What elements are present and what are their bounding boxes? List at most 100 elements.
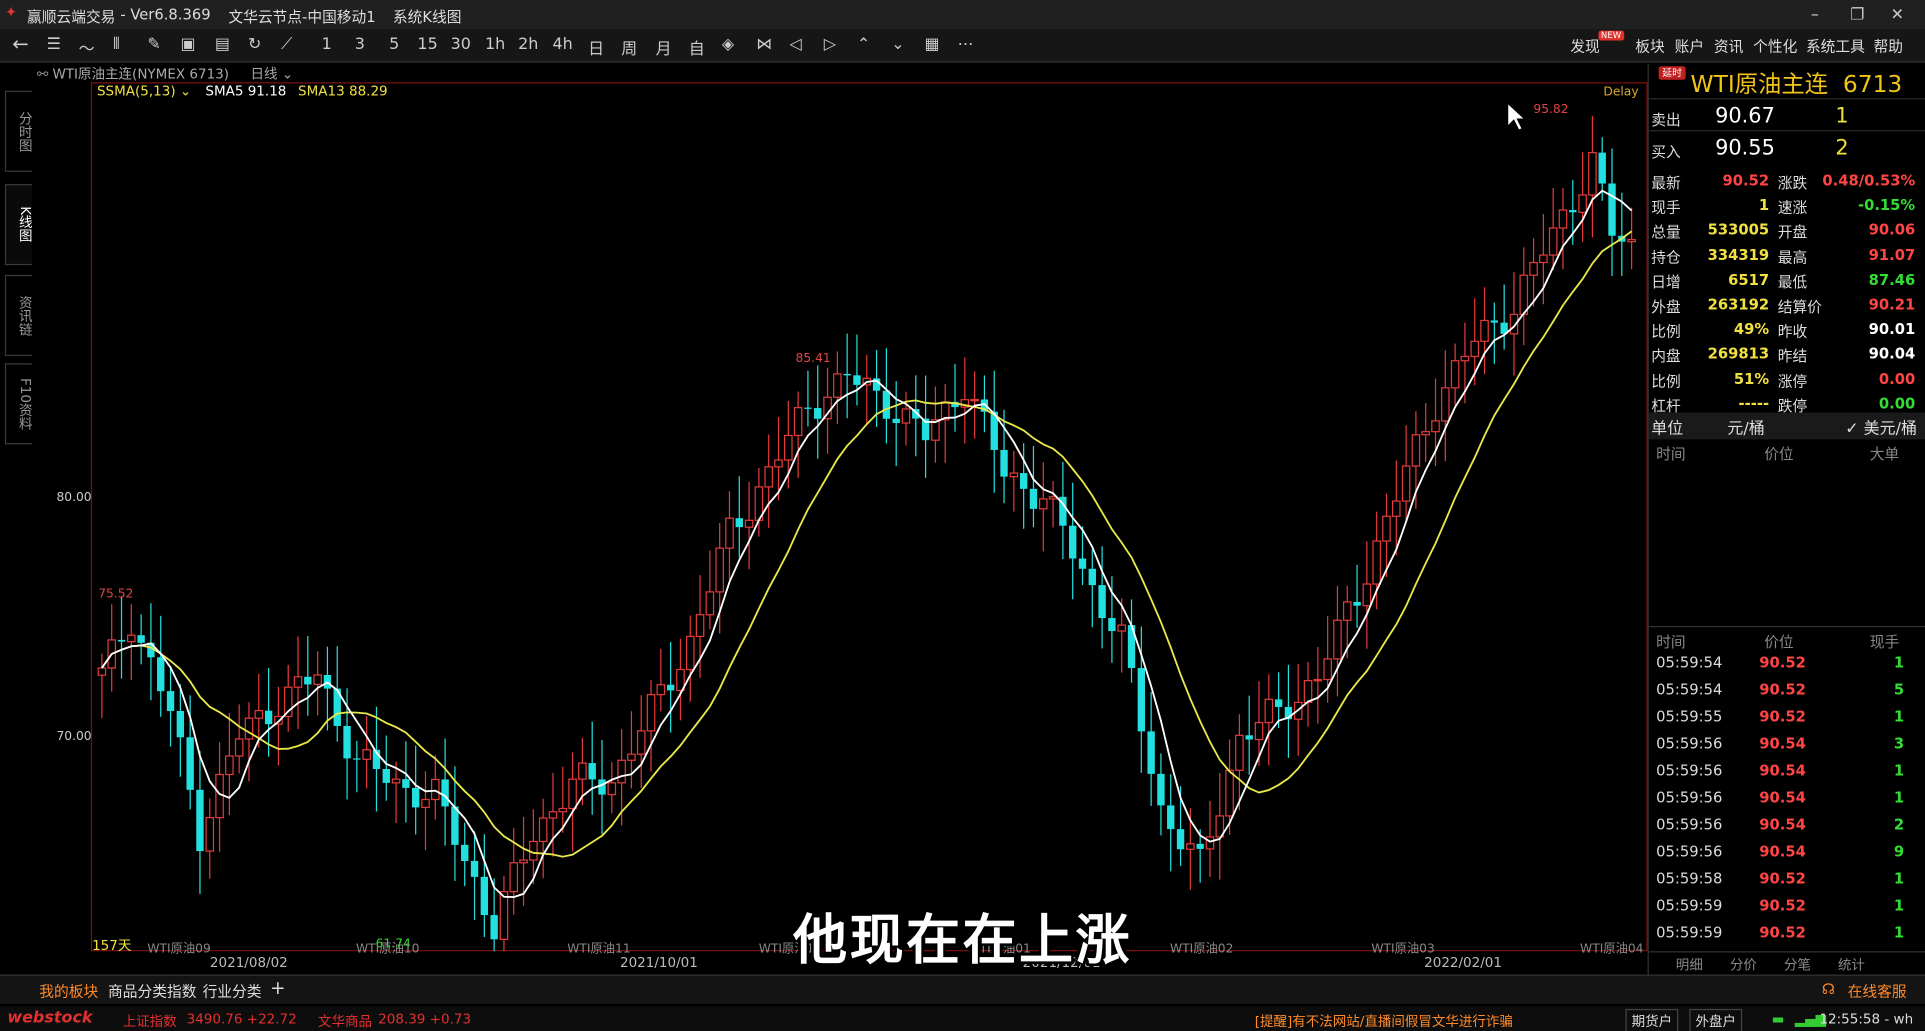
period-4h[interactable]: 4h [552, 36, 572, 54]
futures-account-button[interactable]: 期货户 [1625, 1008, 1679, 1031]
chevron-down-icon[interactable]: ⌄ [282, 66, 293, 82]
tick-row: 05:59:56 90.54 2 [1649, 813, 1925, 840]
period-1h[interactable]: 1h [485, 36, 505, 54]
candle-body [1245, 735, 1253, 740]
candle-body [1470, 340, 1480, 358]
period-custom[interactable]: 自 [689, 36, 705, 59]
candle-body [470, 860, 479, 877]
link-icon[interactable]: ⚯ [37, 66, 53, 82]
tick-time: 05:59:56 [1656, 843, 1723, 861]
close-icon[interactable]: ✕ [1891, 6, 1904, 24]
candle-body [1569, 210, 1577, 213]
unit-yuan[interactable]: 元/桶 [1727, 415, 1764, 438]
online-service[interactable]: 在线客服 [1848, 981, 1907, 1002]
headset-icon[interactable]: ☊ [1822, 981, 1835, 998]
tick-price: 90.52 [1759, 870, 1806, 888]
buy-price: 90.55 [1715, 136, 1775, 161]
candle-body [264, 710, 273, 725]
kline-chart[interactable] [91, 82, 1648, 952]
tick-time: 05:59:55 [1656, 708, 1723, 726]
more-icon[interactable]: ⋯ [958, 36, 974, 54]
tab-kline[interactable]: K线图 [4, 184, 33, 266]
save-icon[interactable]: ▤ [215, 36, 230, 54]
quote-row: 内盘 269813 昨结 90.04 [1649, 343, 1925, 368]
minimize-icon[interactable]: – [1811, 6, 1819, 24]
list-icon[interactable]: ☰ [47, 36, 61, 54]
restore-icon[interactable]: ❐ [1850, 6, 1864, 24]
unit-usd[interactable]: ✓ 美元/桶 [1845, 415, 1917, 438]
indicator-icon[interactable]: ⟋ [281, 36, 292, 54]
add-tab-button[interactable]: + [270, 977, 285, 999]
menu-account[interactable]: 账户 [1675, 36, 1704, 57]
candle-body [568, 778, 577, 810]
period-month[interactable]: 月 [656, 36, 672, 59]
menu-help[interactable]: 帮助 [1873, 36, 1902, 57]
tick-time: 05:59:56 [1656, 762, 1723, 780]
candle-body [412, 787, 420, 808]
next-icon[interactable]: ▷ [824, 36, 836, 54]
sell-row[interactable]: 卖出 90.67 1 [1648, 98, 1925, 130]
period-1[interactable]: 1 [322, 36, 332, 54]
menu-discover[interactable]: 发现 [1570, 36, 1599, 57]
back-arrow-icon[interactable]: ← [12, 32, 28, 55]
quote-label: 开盘 [1777, 223, 1808, 242]
period-3[interactable]: 3 [355, 36, 365, 54]
menu-personalize[interactable]: 个性化 [1753, 36, 1797, 57]
zoom-in-icon[interactable]: ⌃ [857, 36, 870, 54]
tick-qty: 9 [1893, 843, 1905, 861]
candle-body [1117, 624, 1127, 632]
buy-row[interactable]: 买入 90.55 2 [1648, 130, 1925, 162]
candle-body [1157, 773, 1165, 806]
tab-price-dist[interactable]: 分价 [1730, 955, 1757, 975]
candle-body [205, 817, 215, 852]
quote-value: ----- [1738, 394, 1770, 413]
period-2h[interactable]: 2h [518, 36, 538, 54]
quote-label: 结算价 [1777, 298, 1822, 316]
candle-icon[interactable]: ⫴ [113, 36, 120, 54]
tab-detail[interactable]: 明细 [1676, 955, 1703, 975]
candle-body [519, 859, 528, 864]
menu-news[interactable]: 资讯 [1714, 36, 1743, 57]
tab-commodity-index[interactable]: 商品分类指数 [108, 981, 196, 1002]
period-15[interactable]: 15 [417, 36, 437, 54]
draw-icon[interactable]: ✎ [147, 36, 160, 54]
candle-body [1598, 152, 1606, 184]
quote-value: 0.00 [1878, 370, 1916, 388]
period-select[interactable]: 日线 [251, 66, 278, 82]
layout-icon[interactable]: ▦ [924, 36, 939, 54]
tab-f10[interactable]: F10资料 [4, 363, 33, 445]
tab-industry[interactable]: 行业分类 [203, 981, 262, 1002]
tick-price: 90.54 [1759, 735, 1806, 753]
period-day[interactable]: 日 [588, 36, 604, 59]
window-icon[interactable]: ▣ [180, 36, 195, 54]
tab-my-sectors[interactable]: 我的板块 [39, 981, 98, 1002]
big-header-large: 大单 [1869, 445, 1900, 463]
period-week[interactable]: 周 [621, 36, 637, 59]
zoom-out-icon[interactable]: ⌄ [891, 36, 904, 54]
candle-body [1627, 238, 1636, 243]
refresh-icon[interactable]: ↻ [248, 36, 261, 54]
bowtie-icon[interactable]: ⋈ [756, 36, 772, 54]
tick-price: 90.52 [1759, 924, 1806, 942]
prev-icon[interactable]: ◁ [789, 36, 801, 54]
candle-body [607, 782, 617, 796]
candle-body [1186, 843, 1195, 850]
tab-news-chain[interactable]: 资讯链 [4, 274, 33, 356]
tick-time: 05:59:59 [1656, 897, 1723, 915]
period-30[interactable]: 30 [451, 36, 471, 54]
quote-value: -0.15% [1857, 196, 1916, 214]
candle-body [461, 844, 469, 861]
diamond-icon[interactable]: ◈ [722, 36, 734, 54]
webstock-logo: webstock [7, 1008, 93, 1028]
tab-stats[interactable]: 统计 [1838, 955, 1865, 975]
period-5[interactable]: 5 [389, 36, 399, 54]
tab-timeshare[interactable]: 分时图 [4, 90, 33, 172]
line-chart-icon[interactable]: 〜 [79, 36, 95, 59]
menu-system-tools[interactable]: 系统工具 [1806, 36, 1865, 57]
delay-badge: 延时 [1658, 66, 1686, 80]
menu-sector[interactable]: 板块 [1635, 36, 1664, 57]
tab-ticks[interactable]: 分笔 [1784, 955, 1811, 975]
fraud-notice[interactable]: [提醒]有不法网站/直播间假冒文华进行诈骗 [1255, 1011, 1513, 1031]
foreign-account-button[interactable]: 外盘户 [1689, 1008, 1743, 1031]
quote-value: 90.01 [1868, 320, 1916, 338]
